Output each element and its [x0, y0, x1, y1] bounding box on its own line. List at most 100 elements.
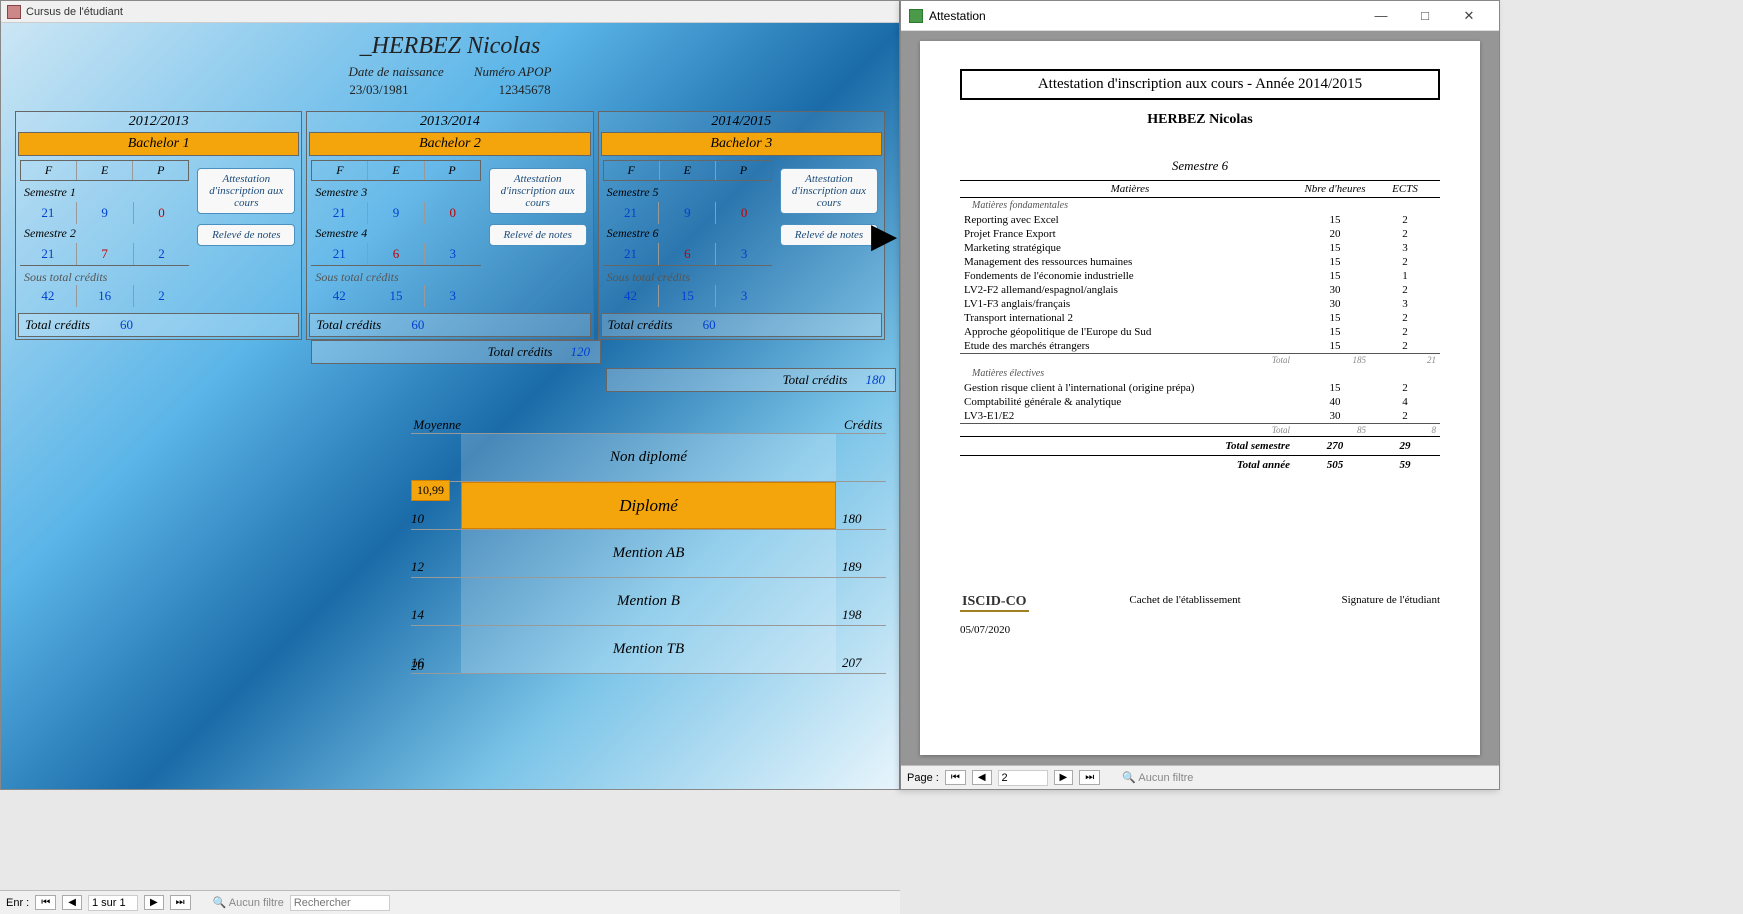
cursus-statusbar: Enr : ⏮ ◀ ▶ ⏭ 🔍 Aucun filtre — [0, 890, 900, 914]
nav-next-button[interactable]: ▶ — [1054, 770, 1074, 785]
ladder-cell: Mention B — [461, 578, 836, 625]
nav-first-button[interactable]: ⏮ — [35, 895, 56, 910]
sem-b-label: Semestre 2 — [20, 224, 189, 243]
releve-button[interactable]: Relevé de notes — [780, 224, 878, 246]
years-row: 2012/2013 Bachelor 1 FEP Semestre 1 2190… — [1, 111, 899, 340]
apop-value: 12345678 — [499, 82, 551, 98]
att-semester: Semestre 6 — [960, 158, 1440, 174]
ladder-row: 10 Diplomé 180 — [411, 481, 886, 529]
ladder-cell: Mention AB — [461, 530, 836, 577]
ladder-hdr-credits: Crédits — [836, 417, 886, 433]
cursus-content: _HERBEZ Nicolas Date de naissance Numéro… — [1, 23, 899, 789]
nav-last-button[interactable]: ⏭ — [1079, 770, 1100, 785]
releve-button[interactable]: Relevé de notes — [489, 224, 587, 246]
table-row: LV3-E1/E2302 — [960, 409, 1440, 424]
att-student: HERBEZ Nicolas — [960, 112, 1440, 128]
bachelor-header: Bachelor 1 — [18, 132, 299, 156]
signature-label: Signature de l'étudiant — [1341, 594, 1440, 636]
attestation-statusbar: Page : ⏮ ◀ ▶ ⏭ 🔍 Aucun filtre — [901, 765, 1499, 789]
year-label: 2013/2014 — [307, 112, 592, 132]
attestation-window: Attestation — □ ✕ Attestation d'inscript… — [900, 0, 1500, 790]
table-row: LV1-F3 anglais/français303 — [960, 297, 1440, 311]
nav-first-button[interactable]: ⏮ — [945, 770, 966, 785]
sem-b-label: Semestre 6 — [603, 224, 772, 243]
page-input[interactable] — [998, 770, 1048, 786]
ladder-row: 16 Mention TB 207 — [411, 625, 886, 673]
bachelor-header: Bachelor 3 — [601, 132, 882, 156]
total-annee: Total année50559 — [960, 456, 1440, 475]
attestation-button[interactable]: Attestation d'inscription aux cours — [780, 168, 878, 214]
releve-button[interactable]: Relevé de notes — [197, 224, 295, 246]
cat-fond: Matières fondamentales — [960, 198, 1440, 214]
cum-total-180: Total crédits 180 — [606, 368, 896, 392]
apop-label: Numéro APOP — [474, 64, 552, 80]
cat-elec: Matières électives — [960, 366, 1440, 381]
nav-prev-button[interactable]: ◀ — [972, 770, 992, 785]
attestation-title: Attestation — [929, 9, 986, 23]
form-icon — [7, 5, 21, 19]
bachelor-header: Bachelor 2 — [309, 132, 590, 156]
diploma-ladder: 10,99 Moyenne Crédits Non diplomé 10 Dip… — [411, 417, 886, 674]
table-row: Projet France Export202 — [960, 227, 1440, 241]
year-block-1: 2013/2014 Bachelor 2 FEP Semestre 3 2190… — [306, 111, 593, 340]
filter-status[interactable]: 🔍 Aucun filtre — [1122, 771, 1193, 784]
th-heures: Nbre d'heures — [1300, 181, 1370, 198]
filter-status[interactable]: 🔍 Aucun filtre — [213, 896, 284, 909]
subtotal-elec: Total858 — [960, 424, 1440, 437]
table-row: LV2-F2 allemand/espagnol/anglais302 — [960, 283, 1440, 297]
cursus-window: Cursus de l'étudiant _HERBEZ Nicolas Dat… — [0, 0, 900, 790]
page-label: Page : — [907, 772, 939, 784]
sem-a-label: Semestre 5 — [603, 183, 772, 202]
close-button[interactable]: ✕ — [1447, 2, 1491, 30]
moyenne-badge: 10,99 — [411, 480, 450, 501]
logo-stub: ISCID-CO — [960, 594, 1029, 612]
nav-last-button[interactable]: ⏭ — [170, 895, 191, 910]
ladder-row: Non diplomé — [411, 433, 886, 481]
att-date: 05/07/2020 — [960, 624, 1029, 636]
cursus-title: Cursus de l'étudiant — [26, 6, 123, 18]
cachet-label: Cachet de l'établissement — [1129, 594, 1240, 636]
table-row: Approche géopolitique de l'Europe du Sud… — [960, 325, 1440, 339]
att-heading: Attestation d'inscription aux cours - An… — [960, 69, 1440, 100]
student-name: _HERBEZ Nicolas — [1, 33, 899, 60]
maximize-button[interactable]: □ — [1403, 2, 1447, 30]
attestation-page: Attestation d'inscription aux cours - An… — [920, 41, 1480, 755]
ladder-row: 14 Mention B 198 — [411, 577, 886, 625]
ladder-cell: Mention TB — [461, 626, 836, 673]
selection-arrow-icon: ▶ — [871, 216, 897, 256]
attestation-viewport[interactable]: Attestation d'inscription aux cours - An… — [901, 31, 1499, 765]
search-input[interactable] — [290, 895, 390, 911]
th-ects: ECTS — [1370, 181, 1440, 198]
cum-total-120: Total crédits 120 — [311, 340, 601, 364]
table-row: Management des ressources humaines152 — [960, 255, 1440, 269]
att-table: Matières Nbre d'heures ECTS Matières fon… — [960, 180, 1440, 474]
ladder-cell: Diplomé — [461, 482, 836, 529]
total-semestre: Total semestre27029 — [960, 437, 1440, 456]
sem-a-label: Semestre 1 — [20, 183, 189, 202]
attestation-titlebar[interactable]: Attestation — □ ✕ — [901, 1, 1499, 31]
table-row: Transport international 2152 — [960, 311, 1440, 325]
attestation-button[interactable]: Attestation d'inscription aux cours — [489, 168, 587, 214]
year-block-0: 2012/2013 Bachelor 1 FEP Semestre 1 2190… — [15, 111, 302, 340]
table-row: Gestion risque client à l'international … — [960, 381, 1440, 395]
dob-label: Date de naissance — [349, 64, 444, 80]
year-block-2: 2014/2015 Bachelor 3 FEP Semestre 5 2190… — [598, 111, 885, 340]
subtotal-fond: Total18521 — [960, 354, 1440, 367]
ladder-row: 12 Mention AB 189 — [411, 529, 886, 577]
th-matieres: Matières — [960, 181, 1300, 198]
ladder-cell: Non diplomé — [461, 434, 836, 481]
table-row: Marketing stratégique153 — [960, 241, 1440, 255]
nav-next-button[interactable]: ▶ — [144, 895, 164, 910]
dob-value: 23/03/1981 — [349, 82, 408, 98]
attestation-button[interactable]: Attestation d'inscription aux cours — [197, 168, 295, 214]
record-input[interactable] — [88, 895, 138, 911]
sem-a-label: Semestre 3 — [311, 183, 480, 202]
minimize-button[interactable]: — — [1359, 2, 1403, 30]
table-row: Fondements de l'économie industrielle151 — [960, 269, 1440, 283]
report-icon — [909, 9, 923, 23]
year-label: 2014/2015 — [599, 112, 884, 132]
nav-prev-button[interactable]: ◀ — [62, 895, 82, 910]
cursus-titlebar: Cursus de l'étudiant — [1, 1, 899, 23]
year-label: 2012/2013 — [16, 112, 301, 132]
student-header: _HERBEZ Nicolas Date de naissance Numéro… — [1, 23, 899, 103]
